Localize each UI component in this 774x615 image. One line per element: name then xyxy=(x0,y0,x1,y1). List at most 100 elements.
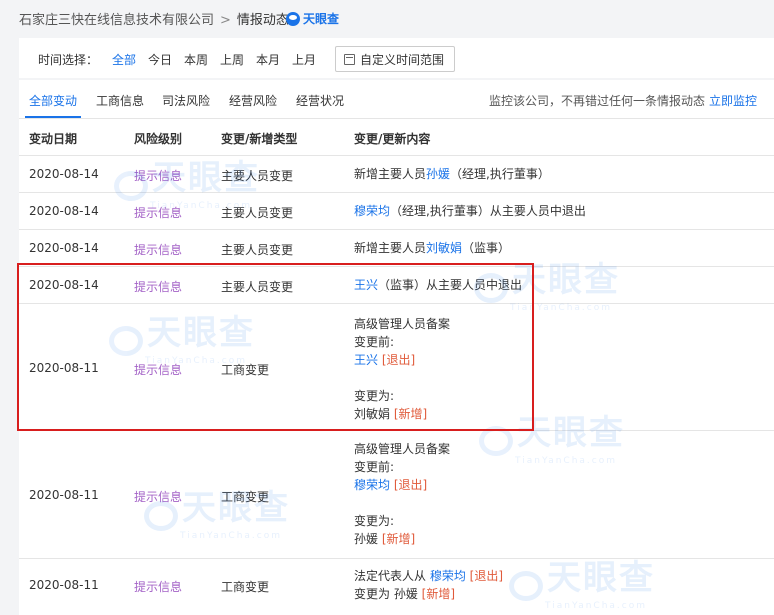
exit-tag: [退出] xyxy=(381,353,416,367)
time-filter-label: 时间选择： xyxy=(38,53,99,67)
table-row: 2020-08-14 提示信息 主要人员变更 新增主要人员刘敏娟（监事） xyxy=(19,230,774,267)
row-type: 主要人员变更 xyxy=(221,206,294,220)
logo-eye-icon xyxy=(286,11,300,26)
row-risk[interactable]: 提示信息 xyxy=(134,241,182,258)
header-type: 变更/新增类型 xyxy=(221,132,298,146)
person-link[interactable]: 刘敏娟 xyxy=(426,241,462,255)
filter-this-week[interactable]: 本周 xyxy=(184,51,208,68)
tab-all-changes[interactable]: 全部变动 xyxy=(29,92,77,109)
tab-operation-risk[interactable]: 经营风险 xyxy=(229,92,277,109)
row-content: 高级管理人员备案 变更前: 王兴 [退出] 变更为: 刘敏娟 [新增] xyxy=(354,315,450,423)
filter-last-week[interactable]: 上周 xyxy=(220,51,244,68)
custom-range-label: 自定义时间范围 xyxy=(360,52,445,67)
new-tag: [新增] xyxy=(393,407,428,421)
row-risk[interactable]: 提示信息 xyxy=(134,488,182,505)
person-name: 孙媛 xyxy=(354,532,379,546)
row-date: 2020-08-11 xyxy=(29,361,99,375)
after-line: 刘敏娟 [新增] xyxy=(354,405,450,423)
row-content: 穆荣均（经理,执行董事）从主要人员中退出 xyxy=(354,202,586,220)
row-date: 2020-08-14 xyxy=(29,241,99,255)
breadcrumb: 石家庄三快在线信息技术有限公司 > 情报动态 xyxy=(19,9,289,28)
before-line: 穆荣均 [退出] xyxy=(354,476,450,494)
exit-tag: [退出] xyxy=(469,569,504,583)
header-date: 变动日期 xyxy=(29,132,78,146)
row-type: 工商变更 xyxy=(221,490,270,504)
new-tag: [新增] xyxy=(421,587,456,601)
person-link[interactable]: 穆荣均 xyxy=(354,204,390,218)
content-title: 高级管理人员备案 xyxy=(354,442,451,456)
person-name: 刘敏娟 xyxy=(354,407,391,421)
after-label: 变更为: xyxy=(354,514,395,528)
table-row: 2020-08-11 提示信息 工商变更 法定代表人从 穆荣均 [退出] 变更为… xyxy=(19,559,774,615)
row-date: 2020-08-11 xyxy=(29,578,99,592)
row-date: 2020-08-11 xyxy=(29,488,99,502)
person-link[interactable]: 王兴 xyxy=(354,353,378,367)
monitor-now-link[interactable]: 立即监控 xyxy=(709,92,757,109)
tab-legal-risk[interactable]: 司法风险 xyxy=(162,92,210,109)
row-content: 新增主要人员孙媛（经理,执行董事） xyxy=(354,165,550,183)
table-row: 2020-08-11 提示信息 工商变更 高级管理人员备案 变更前: 穆荣均 [… xyxy=(19,431,774,559)
table-row: 2020-08-14 提示信息 主要人员变更 新增主要人员孙媛（经理,执行董事） xyxy=(19,156,774,193)
custom-range-button[interactable]: 自定义时间范围 xyxy=(335,46,455,72)
filter-all[interactable]: 全部 xyxy=(112,51,136,68)
monitor-prompt: 监控该公司，不再错过任何一条情报动态 xyxy=(489,94,706,108)
row-type: 主要人员变更 xyxy=(221,169,294,183)
row-content: 王兴（监事）从主要人员中退出 xyxy=(354,276,522,294)
breadcrumb-company[interactable]: 石家庄三快在线信息技术有限公司 xyxy=(19,13,214,28)
content-text: （监事） xyxy=(462,241,511,255)
content-line: 变更为 孙媛 [新增] xyxy=(354,585,503,603)
filter-last-month[interactable]: 上月 xyxy=(292,51,316,68)
content-text: 新增主要人员 xyxy=(354,241,427,255)
tab-bar: 全部变动 工商信息 司法风险 经营风险 经营状况 监控该公司，不再错过任何一条情… xyxy=(19,80,774,119)
header-risk: 风险级别 xyxy=(134,132,183,146)
row-type: 工商变更 xyxy=(221,580,270,594)
time-filter-bar: 时间选择： 全部 今日 本周 上周 本月 上月 自定义时间范围 xyxy=(19,38,774,78)
main-panel: 全部变动 工商信息 司法风险 经营风险 经营状况 监控该公司，不再错过任何一条情… xyxy=(19,80,774,615)
after-line: 孙媛 [新增] xyxy=(354,530,450,548)
row-content: 法定代表人从 穆荣均 [退出] 变更为 孙媛 [新增] xyxy=(354,567,503,603)
header-content: 变更/更新内容 xyxy=(354,132,431,146)
new-tag: [新增] xyxy=(381,532,416,546)
row-risk[interactable]: 提示信息 xyxy=(134,578,182,595)
row-type: 工商变更 xyxy=(221,363,270,377)
content-text: 新增主要人员 xyxy=(354,167,427,181)
breadcrumb-current: 情报动态 xyxy=(236,13,289,28)
after-label: 变更为: xyxy=(354,389,395,403)
logo-text: 天眼查 xyxy=(303,12,340,26)
person-link[interactable]: 孙媛 xyxy=(426,167,450,181)
before-line: 王兴 [退出] xyxy=(354,351,450,369)
row-type: 主要人员变更 xyxy=(221,280,294,294)
content-text: 变更为 xyxy=(354,587,394,601)
filter-today[interactable]: 今日 xyxy=(148,51,172,68)
before-label: 变更前: xyxy=(354,335,395,349)
breadcrumb-separator: > xyxy=(220,13,231,28)
content-text: 法定代表人从 xyxy=(354,569,430,583)
row-content: 高级管理人员备案 变更前: 穆荣均 [退出] 变更为: 孙媛 [新增] xyxy=(354,440,450,548)
tab-business-info[interactable]: 工商信息 xyxy=(96,92,144,109)
row-risk[interactable]: 提示信息 xyxy=(134,278,182,295)
row-date: 2020-08-14 xyxy=(29,167,99,181)
before-label: 变更前: xyxy=(354,460,395,474)
content-title: 高级管理人员备案 xyxy=(354,317,451,331)
tab-operation-status[interactable]: 经营状况 xyxy=(296,92,344,109)
row-date: 2020-08-14 xyxy=(29,204,99,218)
table-row: 2020-08-11 提示信息 工商变更 高级管理人员备案 变更前: 王兴 [退… xyxy=(19,304,774,431)
row-content: 新增主要人员刘敏娟（监事） xyxy=(354,239,510,257)
table-header: 变动日期 风险级别 变更/新增类型 变更/更新内容 xyxy=(19,119,774,156)
person-name: 孙媛 xyxy=(393,587,418,601)
tianyancha-logo: 天眼查 xyxy=(286,10,339,27)
calendar-icon xyxy=(344,53,355,65)
row-type: 主要人员变更 xyxy=(221,243,294,257)
row-risk[interactable]: 提示信息 xyxy=(134,204,182,221)
person-link[interactable]: 穆荣均 xyxy=(430,569,466,583)
person-link[interactable]: 王兴 xyxy=(354,278,378,292)
exit-tag: [退出] xyxy=(393,478,428,492)
person-link[interactable]: 穆荣均 xyxy=(354,478,390,492)
top-bar: 石家庄三快在线信息技术有限公司 > 情报动态 天眼查 xyxy=(0,0,774,36)
content-text: （监事）从主要人员中退出 xyxy=(378,278,523,292)
filter-this-month[interactable]: 本月 xyxy=(256,51,280,68)
row-risk[interactable]: 提示信息 xyxy=(134,167,182,184)
row-risk[interactable]: 提示信息 xyxy=(134,361,182,378)
